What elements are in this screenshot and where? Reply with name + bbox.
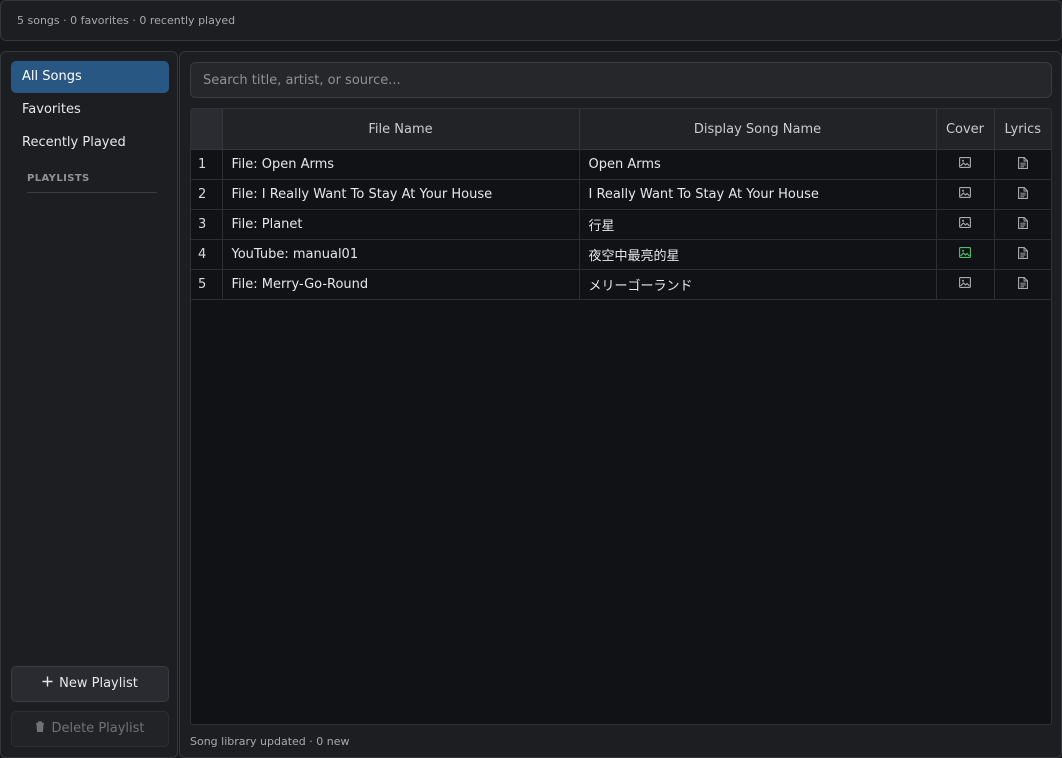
document-icon <box>1017 216 1028 233</box>
playlists-divider <box>27 192 157 193</box>
nav-recently-played[interactable]: Recently Played <box>11 127 169 159</box>
display-name-cell[interactable]: メリーゴーランド <box>579 269 937 300</box>
table-row[interactable]: 2 File: I Really Want To Stay At Your Hou… <box>191 179 1051 210</box>
nav-favorites[interactable]: Favorites <box>11 94 169 126</box>
songs-table: File Name Display Song Name Cover Lyrics… <box>191 109 1051 300</box>
document-icon <box>1017 246 1028 263</box>
delete-playlist-button[interactable]: Delete Playlist <box>11 711 169 747</box>
document-icon <box>1017 156 1028 173</box>
row-number: 3 <box>191 209 223 240</box>
display-name-cell[interactable]: I Really Want To Stay At Your House <box>579 179 937 210</box>
document-icon <box>1017 186 1028 203</box>
library-summary-text: 5 songs · 0 favorites · 0 recently playe… <box>17 14 236 27</box>
plus-icon <box>42 667 53 701</box>
row-number: 5 <box>191 269 223 300</box>
delete-playlist-label: Delete Playlist <box>51 721 145 736</box>
new-playlist-label: New Playlist <box>59 676 138 691</box>
display-name-cell[interactable]: 夜空中最亮的星 <box>579 239 937 270</box>
image-icon <box>959 217 971 232</box>
document-icon <box>1017 276 1028 293</box>
row-number: 1 <box>191 149 223 180</box>
trash-icon <box>35 712 45 746</box>
column-header-display-name[interactable]: Display Song Name <box>579 109 937 150</box>
songs-table-container: File Name Display Song Name Cover Lyrics… <box>190 108 1052 725</box>
table-row[interactable]: 4 YouTube: manual01 夜空中最亮的星 <box>191 239 1051 270</box>
row-number: 4 <box>191 239 223 270</box>
file-name-cell[interactable]: File: Open Arms <box>222 149 580 180</box>
lyrics-cell[interactable] <box>994 179 1051 210</box>
table-row[interactable]: 3 File: Planet 行星 <box>191 209 1051 240</box>
column-header-lyrics[interactable]: Lyrics <box>994 109 1051 150</box>
main-panel: File Name Display Song Name Cover Lyrics… <box>179 51 1062 758</box>
image-icon <box>959 277 971 292</box>
lyrics-cell[interactable] <box>994 209 1051 240</box>
status-text: Song library updated · 0 new <box>190 735 350 748</box>
file-name-cell[interactable]: File: Planet <box>222 209 580 240</box>
library-summary-bar: 5 songs · 0 favorites · 0 recently playe… <box>0 0 1062 41</box>
cover-cell[interactable] <box>936 149 995 180</box>
select-all-corner[interactable] <box>191 109 223 150</box>
sidebar: All Songs Favorites Recently Played PLAY… <box>0 51 178 758</box>
display-name-cell[interactable]: 行星 <box>579 209 937 240</box>
lyrics-cell[interactable] <box>994 149 1051 180</box>
cover-cell[interactable] <box>936 269 995 300</box>
file-name-cell[interactable]: File: I Really Want To Stay At Your Hous… <box>222 179 580 210</box>
image-icon <box>959 247 971 262</box>
column-header-file-name[interactable]: File Name <box>222 109 580 150</box>
search-input[interactable] <box>190 62 1052 98</box>
table-row[interactable]: 5 File: Merry-Go-Round メリーゴーランド <box>191 269 1051 300</box>
lyrics-cell[interactable] <box>994 239 1051 270</box>
row-number: 2 <box>191 179 223 210</box>
cover-cell[interactable] <box>936 239 995 270</box>
image-icon <box>959 157 971 172</box>
new-playlist-button[interactable]: New Playlist <box>11 666 169 702</box>
display-name-cell[interactable]: Open Arms <box>579 149 937 180</box>
cover-cell[interactable] <box>936 179 995 210</box>
table-row[interactable]: 1 File: Open Arms Open Arms <box>191 149 1051 180</box>
file-name-cell[interactable]: YouTube: manual01 <box>222 239 580 270</box>
image-icon <box>959 187 971 202</box>
file-name-cell[interactable]: File: Merry-Go-Round <box>222 269 580 300</box>
lyrics-cell[interactable] <box>994 269 1051 300</box>
cover-cell[interactable] <box>936 209 995 240</box>
nav-all-songs[interactable]: All Songs <box>11 61 169 93</box>
column-header-cover[interactable]: Cover <box>936 109 995 150</box>
table-header-row: File Name Display Song Name Cover Lyrics <box>191 109 1051 150</box>
playlists-heading: PLAYLISTS <box>27 173 90 184</box>
